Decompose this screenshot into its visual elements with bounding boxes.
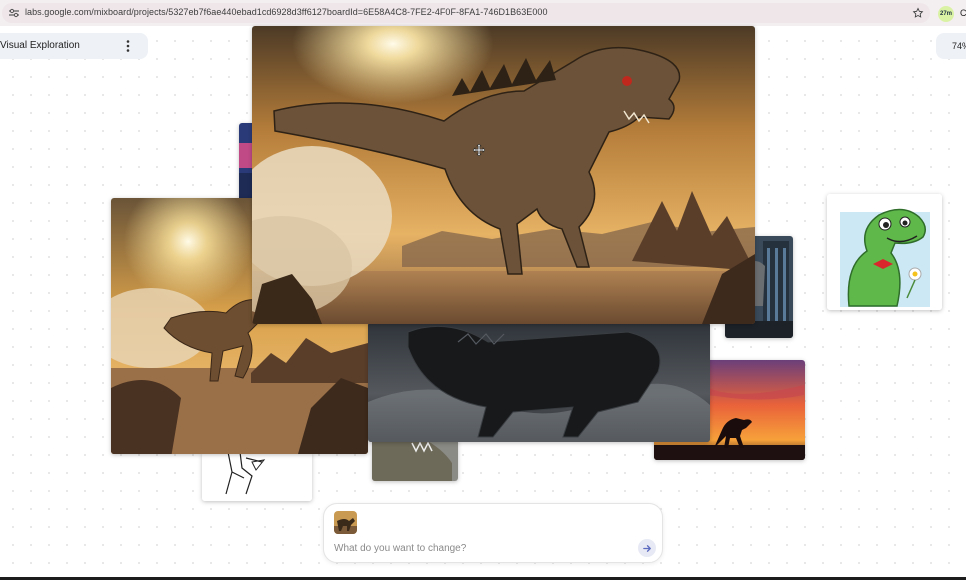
- image-card-cartoon-dino[interactable]: [827, 194, 942, 310]
- extension-icon[interactable]: 27m: [938, 6, 954, 22]
- project-title[interactable]: Visual Exploration: [0, 40, 80, 51]
- tune-icon[interactable]: [9, 8, 19, 18]
- more-vert-icon[interactable]: [126, 40, 130, 52]
- extension-badge: 27m: [939, 11, 952, 17]
- image-card-sketch[interactable]: [202, 452, 312, 501]
- send-button[interactable]: [638, 539, 656, 557]
- zoom-level: 74%: [952, 41, 966, 51]
- prompt-panel: [323, 503, 663, 563]
- arrow-forward-icon: [642, 544, 651, 552]
- move-cursor-icon: [473, 144, 485, 156]
- prompt-input[interactable]: [334, 540, 624, 556]
- browser-toolbar: labs.google.com/mixboard/projects/5327eb…: [0, 0, 966, 26]
- image-card-dark-dino[interactable]: [368, 322, 710, 442]
- image-card-desert-trex-main[interactable]: [252, 26, 755, 324]
- profile-edge[interactable]: C: [960, 8, 966, 18]
- url-text[interactable]: labs.google.com/mixboard/projects/5327eb…: [25, 7, 548, 17]
- zoom-control[interactable]: 74%: [936, 33, 966, 59]
- star-icon[interactable]: [912, 7, 924, 19]
- selected-image-thumbnail[interactable]: [334, 511, 357, 534]
- image-card-dino-closeup[interactable]: [372, 438, 458, 481]
- address-bar[interactable]: labs.google.com/mixboard/projects/5327eb…: [2, 3, 930, 23]
- project-chip[interactable]: Visual Exploration: [0, 33, 148, 59]
